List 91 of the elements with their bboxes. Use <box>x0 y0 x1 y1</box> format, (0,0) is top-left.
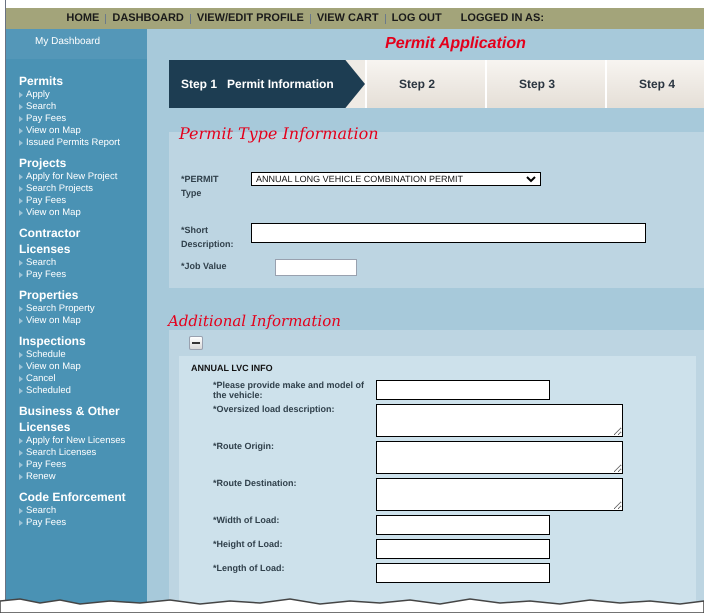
chevron-down-icon <box>526 176 536 182</box>
field-label: *Job Value <box>181 260 228 273</box>
field-label: *Please provide make and model of the vehicle: <box>213 380 366 400</box>
bullet-icon <box>19 462 23 468</box>
sidebar-link[interactable]: View on Map <box>26 207 81 219</box>
input-field[interactable] <box>251 223 646 243</box>
sidebar-link[interactable]: View on Map <box>26 361 81 373</box>
sidebar-link[interactable]: Issued Permits Report <box>26 137 120 149</box>
nav-link[interactable]: HOME <box>66 10 100 27</box>
input-field[interactable] <box>376 380 550 400</box>
step-tab[interactable]: Step 2 <box>365 60 485 108</box>
nav-link[interactable]: VIEW CART <box>316 10 379 27</box>
sidebar-link[interactable]: Search Projects <box>26 183 94 195</box>
input-field[interactable] <box>376 539 550 559</box>
bullet-icon <box>19 260 23 266</box>
field-label: *Height of Load: <box>213 539 284 549</box>
bullet-icon <box>19 508 23 514</box>
step-tab[interactable]: Step 1 Permit Information <box>169 60 365 108</box>
sidebar-link[interactable]: View on Map <box>26 125 81 137</box>
sidebar-link[interactable]: Renew <box>26 471 56 483</box>
bullet-icon <box>19 198 23 204</box>
bullet-icon <box>19 388 23 394</box>
bullet-icon <box>19 210 23 216</box>
field-label: *Oversized load description: <box>213 404 336 414</box>
section-heading: Inspections <box>19 333 87 349</box>
sidebar-link[interactable]: Apply <box>26 89 50 101</box>
bullet-icon <box>19 364 23 370</box>
sidebar-link[interactable]: Search <box>26 257 56 269</box>
bullet-icon <box>19 174 23 180</box>
minus-icon <box>192 342 200 344</box>
bullet-icon <box>19 450 23 456</box>
sidebar-link[interactable]: Cancel <box>26 373 56 385</box>
sidebar-link[interactable]: Pay Fees <box>26 195 66 207</box>
bullet-icon <box>19 306 23 312</box>
sidebar-link[interactable]: View on Map <box>26 315 81 327</box>
nav-link[interactable]: LOG OUT <box>392 10 442 27</box>
sidebar-link[interactable]: Schedule <box>26 349 66 361</box>
bullet-icon <box>19 116 23 122</box>
bullet-icon <box>19 474 23 480</box>
sidebar-link[interactable]: Search Licenses <box>26 447 96 459</box>
section-title: Permit Type Information <box>179 123 378 145</box>
section-title: Additional Information <box>168 311 342 330</box>
input-field[interactable] <box>376 563 550 583</box>
dashboard-link[interactable]: My Dashboard <box>6 29 147 59</box>
logged-in-label: LOGGED IN AS: <box>460 11 544 26</box>
nav-link[interactable]: DASHBOARD <box>112 10 184 27</box>
section-heading: Permits <box>19 73 64 89</box>
page-title: Permit Application <box>384 34 527 54</box>
section-heading: Contractor Licenses <box>19 225 82 257</box>
section-heading: Projects <box>19 155 68 171</box>
bullet-icon <box>19 92 23 98</box>
bullet-icon <box>19 140 23 146</box>
input-field[interactable] <box>376 515 550 535</box>
sidebar-link[interactable]: Apply for New Project <box>26 171 118 183</box>
section-heading: Code Enforcement <box>19 489 127 505</box>
sidebar-link[interactable]: Search <box>26 101 56 113</box>
field-label: *Route Destination: <box>213 478 298 488</box>
sidebar-link[interactable]: Apply for New Licenses <box>26 435 126 447</box>
step-tab[interactable]: Step 3 <box>485 60 605 108</box>
section-heading: Properties <box>19 287 80 303</box>
step-tab[interactable]: Step 4 <box>605 60 704 108</box>
section-heading: Business & Other Licenses <box>19 403 121 435</box>
bullet-icon <box>19 352 23 358</box>
field-label: *Route Origin: <box>213 441 275 451</box>
sidebar-link[interactable]: Pay Fees <box>26 517 66 529</box>
sidebar-link[interactable]: Pay Fees <box>26 459 66 471</box>
nav-link[interactable]: VIEW/EDIT PROFILE <box>196 10 304 27</box>
group-title: ANNUAL LVC INFO <box>191 362 274 375</box>
sidebar-link[interactable]: Search Property <box>26 303 95 315</box>
sidebar-link[interactable]: Scheduled <box>26 385 71 397</box>
text-area[interactable] <box>376 404 623 437</box>
sidebar-link[interactable]: Pay Fees <box>26 269 66 281</box>
text-area[interactable] <box>376 441 623 474</box>
bullet-icon <box>19 318 23 324</box>
bullet-icon <box>19 128 23 134</box>
sidebar-link[interactable]: Pay Fees <box>26 113 66 125</box>
permit-type-dropdown[interactable]: ANNUAL LONG VEHICLE COMBINATION PERMIT <box>251 172 541 186</box>
field-label: *Width of Load: <box>213 515 280 525</box>
text-area[interactable] <box>376 478 623 511</box>
bullet-icon <box>19 104 23 110</box>
bullet-icon <box>19 376 23 382</box>
field-label: *PERMIT Type <box>181 173 220 200</box>
sidebar-link[interactable]: Search <box>26 505 56 517</box>
collapse-button[interactable] <box>189 336 203 350</box>
bullet-icon <box>19 438 23 444</box>
input-field[interactable] <box>275 259 357 276</box>
bullet-icon <box>19 186 23 192</box>
field-label: *Length of Load: <box>213 563 286 573</box>
bullet-icon <box>19 520 23 526</box>
field-label: *Short Description: <box>181 224 235 251</box>
bullet-icon <box>19 272 23 278</box>
